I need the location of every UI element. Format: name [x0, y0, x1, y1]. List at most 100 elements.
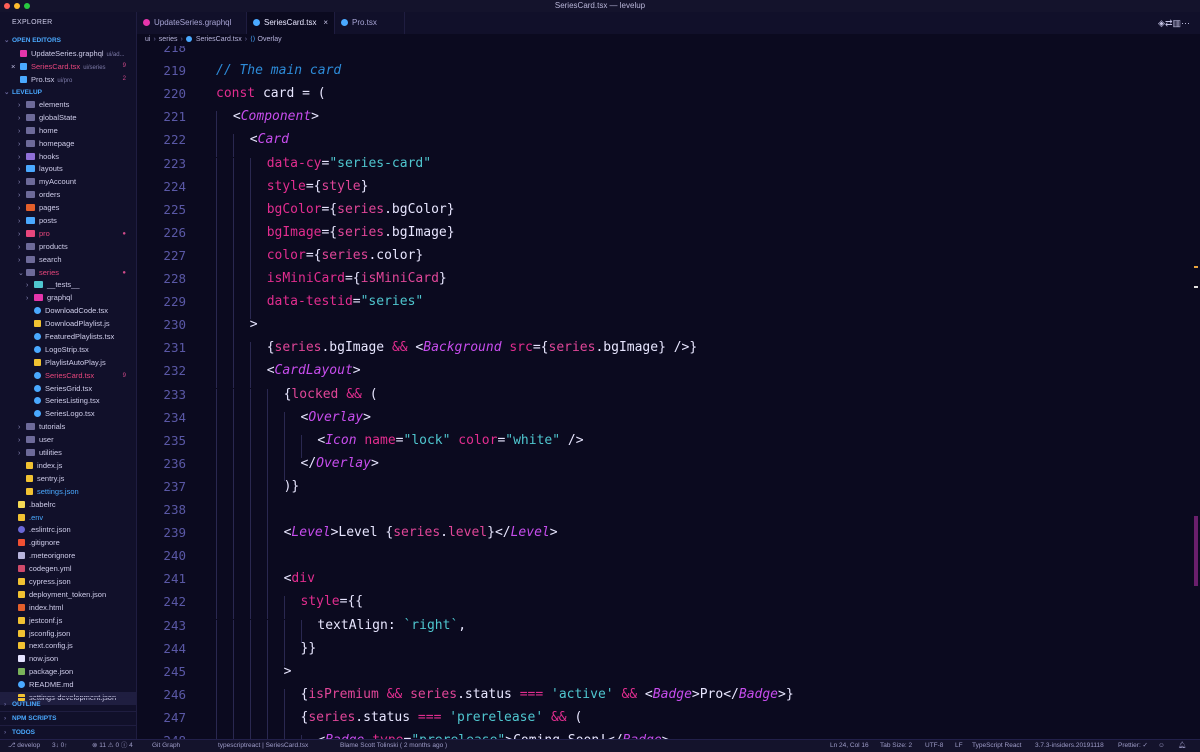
code-line[interactable]: <CardLayout> — [267, 363, 361, 378]
folder-item[interactable]: › myAccount — [0, 176, 136, 189]
file-item[interactable]: SeriesLogo.tsx — [0, 408, 136, 421]
split-editor-icon[interactable]: ▥ — [1172, 18, 1181, 28]
code-line[interactable]: bgImage={series.bgImage} — [267, 225, 455, 240]
code-line[interactable]: {isPremium && series.status === 'active'… — [301, 687, 794, 702]
breadcrumb-item[interactable]: series — [159, 36, 178, 43]
file-item[interactable]: LogoStrip.tsx — [0, 344, 136, 357]
folder-item[interactable]: › homepage — [0, 138, 136, 151]
folder-item[interactable]: › graphql — [0, 292, 136, 305]
breadcrumb-item[interactable]: ui — [145, 36, 150, 43]
code-line[interactable]: }} — [301, 641, 317, 656]
file-item[interactable]: index.html — [0, 602, 136, 615]
code-line[interactable]: )} — [284, 479, 300, 494]
code-line[interactable]: > — [250, 317, 258, 332]
folder-item[interactable]: › __tests__ — [0, 279, 136, 292]
tab-pro-tsx[interactable]: Pro.tsx — [335, 12, 405, 34]
code-line[interactable]: bgColor={series.bgColor} — [267, 202, 455, 217]
folder-item[interactable]: › tutorials — [0, 421, 136, 434]
file-item[interactable]: next.config.js — [0, 640, 136, 653]
scrollbar[interactable] — [1188, 46, 1200, 739]
account-icon[interactable]: ☺ — [1158, 740, 1165, 752]
breadcrumb-item[interactable]: SeriesCard.tsx — [196, 36, 242, 43]
git-graph-button[interactable]: Git Graph — [152, 740, 180, 752]
code-line[interactable]: <Component> — [233, 109, 319, 124]
open-editors-section[interactable]: ⌄ OPEN EDITORS — [0, 34, 136, 47]
code-line[interactable]: data-cy="series-card" — [267, 156, 431, 171]
file-item[interactable]: .eslintrc.json — [0, 524, 136, 537]
folder-item[interactable]: › posts — [0, 215, 136, 228]
cursor-position[interactable]: Ln 24, Col 16 — [830, 740, 869, 752]
project-section[interactable]: ⌄ LEVELUP — [0, 86, 136, 99]
file-item[interactable]: SeriesCard.tsx 9 — [0, 370, 136, 383]
ts-version[interactable]: 3.7.3-insiders.20191118 — [1035, 740, 1104, 752]
file-item[interactable]: settings.json — [0, 486, 136, 499]
open-editor-item[interactable]: × SeriesCard.tsx ui/series 9 — [0, 60, 136, 73]
minimize-window-button[interactable] — [14, 3, 20, 9]
file-item[interactable]: .babelrc — [0, 499, 136, 512]
file-item[interactable]: SeriesGrid.tsx — [0, 383, 136, 396]
file-item[interactable]: README.md — [0, 679, 136, 692]
line-ending[interactable]: LF — [955, 740, 963, 752]
code-line[interactable]: isMiniCard={isMiniCard} — [267, 271, 447, 286]
file-item[interactable]: .gitignore — [0, 537, 136, 550]
sidebar-section-outline[interactable]: › OUTLINE — [0, 697, 136, 711]
file-item[interactable]: jsconfig.json — [0, 628, 136, 641]
folder-item[interactable]: ⌄ series ● — [0, 267, 136, 280]
file-item[interactable]: package.json — [0, 666, 136, 679]
code-line[interactable]: color={series.color} — [267, 248, 424, 263]
tab-size[interactable]: Tab Size: 2 — [880, 740, 912, 752]
code-line[interactable]: <Overlay> — [301, 410, 371, 425]
notifications-icon[interactable]: 🔔︎ — [1178, 740, 1186, 752]
tab-updateseries-graphql[interactable]: UpdateSeries.graphql — [137, 12, 247, 34]
folder-item[interactable]: › globalState — [0, 112, 136, 125]
code-editor[interactable]: 218 219 // The main card 220 const card = (2… — [137, 46, 1187, 739]
tab-seriescard-tsx[interactable]: SeriesCard.tsx × — [247, 12, 335, 34]
code-line[interactable]: <Icon name="lock" color="white" /> — [317, 433, 583, 448]
code-line[interactable]: {series.status === 'prerelease' && ( — [301, 710, 583, 725]
code-line[interactable]: style={{ — [301, 594, 364, 609]
close-window-button[interactable] — [4, 3, 10, 9]
file-item[interactable]: jestconf.js — [0, 615, 136, 628]
folder-item[interactable]: › user — [0, 434, 136, 447]
folder-item[interactable]: › orders — [0, 189, 136, 202]
git-compare-icon[interactable]: ◈ — [1158, 18, 1165, 28]
zoom-window-button[interactable] — [24, 3, 30, 9]
folder-item[interactable]: › utilities — [0, 447, 136, 460]
close-icon[interactable]: × — [323, 12, 328, 34]
file-item[interactable]: PlaylistAutoPlay.js — [0, 357, 136, 370]
sidebar-section-todos[interactable]: › TODOS — [0, 725, 136, 739]
encoding[interactable]: UTF-8 — [925, 740, 943, 752]
folder-item[interactable]: › pro ● — [0, 228, 136, 241]
folder-item[interactable]: › products — [0, 241, 136, 254]
folder-item[interactable]: › elements — [0, 99, 136, 112]
language-mode[interactable]: TypeScript React — [972, 740, 1022, 752]
code-line[interactable]: </Overlay> — [301, 456, 379, 471]
folder-item[interactable]: › layouts — [0, 163, 136, 176]
close-icon[interactable]: × — [11, 60, 15, 73]
file-item[interactable]: DownloadPlaylist.js — [0, 318, 136, 331]
code-line[interactable]: > — [284, 664, 292, 679]
code-line[interactable]: <div — [284, 571, 315, 586]
sidebar-section-npm-scripts[interactable]: › NPM SCRIPTS — [0, 711, 136, 725]
file-item[interactable]: now.json — [0, 653, 136, 666]
code-line[interactable]: <Level>Level {series.level}</Level> — [284, 525, 558, 540]
file-item[interactable]: FeaturedPlaylists.tsx — [0, 331, 136, 344]
problems-status[interactable]: ⊗ 11 ⚠ 0 ⓘ 4 — [92, 740, 133, 752]
file-item[interactable]: codegen.yml — [0, 563, 136, 576]
code-line[interactable]: // The main card — [216, 63, 341, 78]
folder-item[interactable]: › search — [0, 254, 136, 267]
file-item[interactable]: .meteorignore — [0, 550, 136, 563]
open-editor-item[interactable]: Pro.tsx ui/pro 2 — [0, 73, 136, 86]
file-item[interactable]: SeriesListing.tsx — [0, 395, 136, 408]
file-item[interactable]: DownloadCode.tsx — [0, 305, 136, 318]
folder-item[interactable]: › pages — [0, 202, 136, 215]
breadcrumb-item[interactable]: Overlay — [258, 36, 282, 43]
code-line[interactable]: {locked && ( — [284, 387, 378, 402]
code-line[interactable]: data-testid="series" — [267, 294, 424, 309]
sync-status[interactable]: 3↓ 0↑ — [52, 740, 68, 752]
branch-status[interactable]: ⎇ develop — [8, 740, 40, 752]
prettier-status[interactable]: Prettier: ✓ — [1118, 740, 1148, 752]
code-line[interactable]: <Card — [250, 132, 289, 147]
code-line[interactable]: const card = ( — [216, 86, 326, 101]
file-item[interactable]: index.js — [0, 460, 136, 473]
